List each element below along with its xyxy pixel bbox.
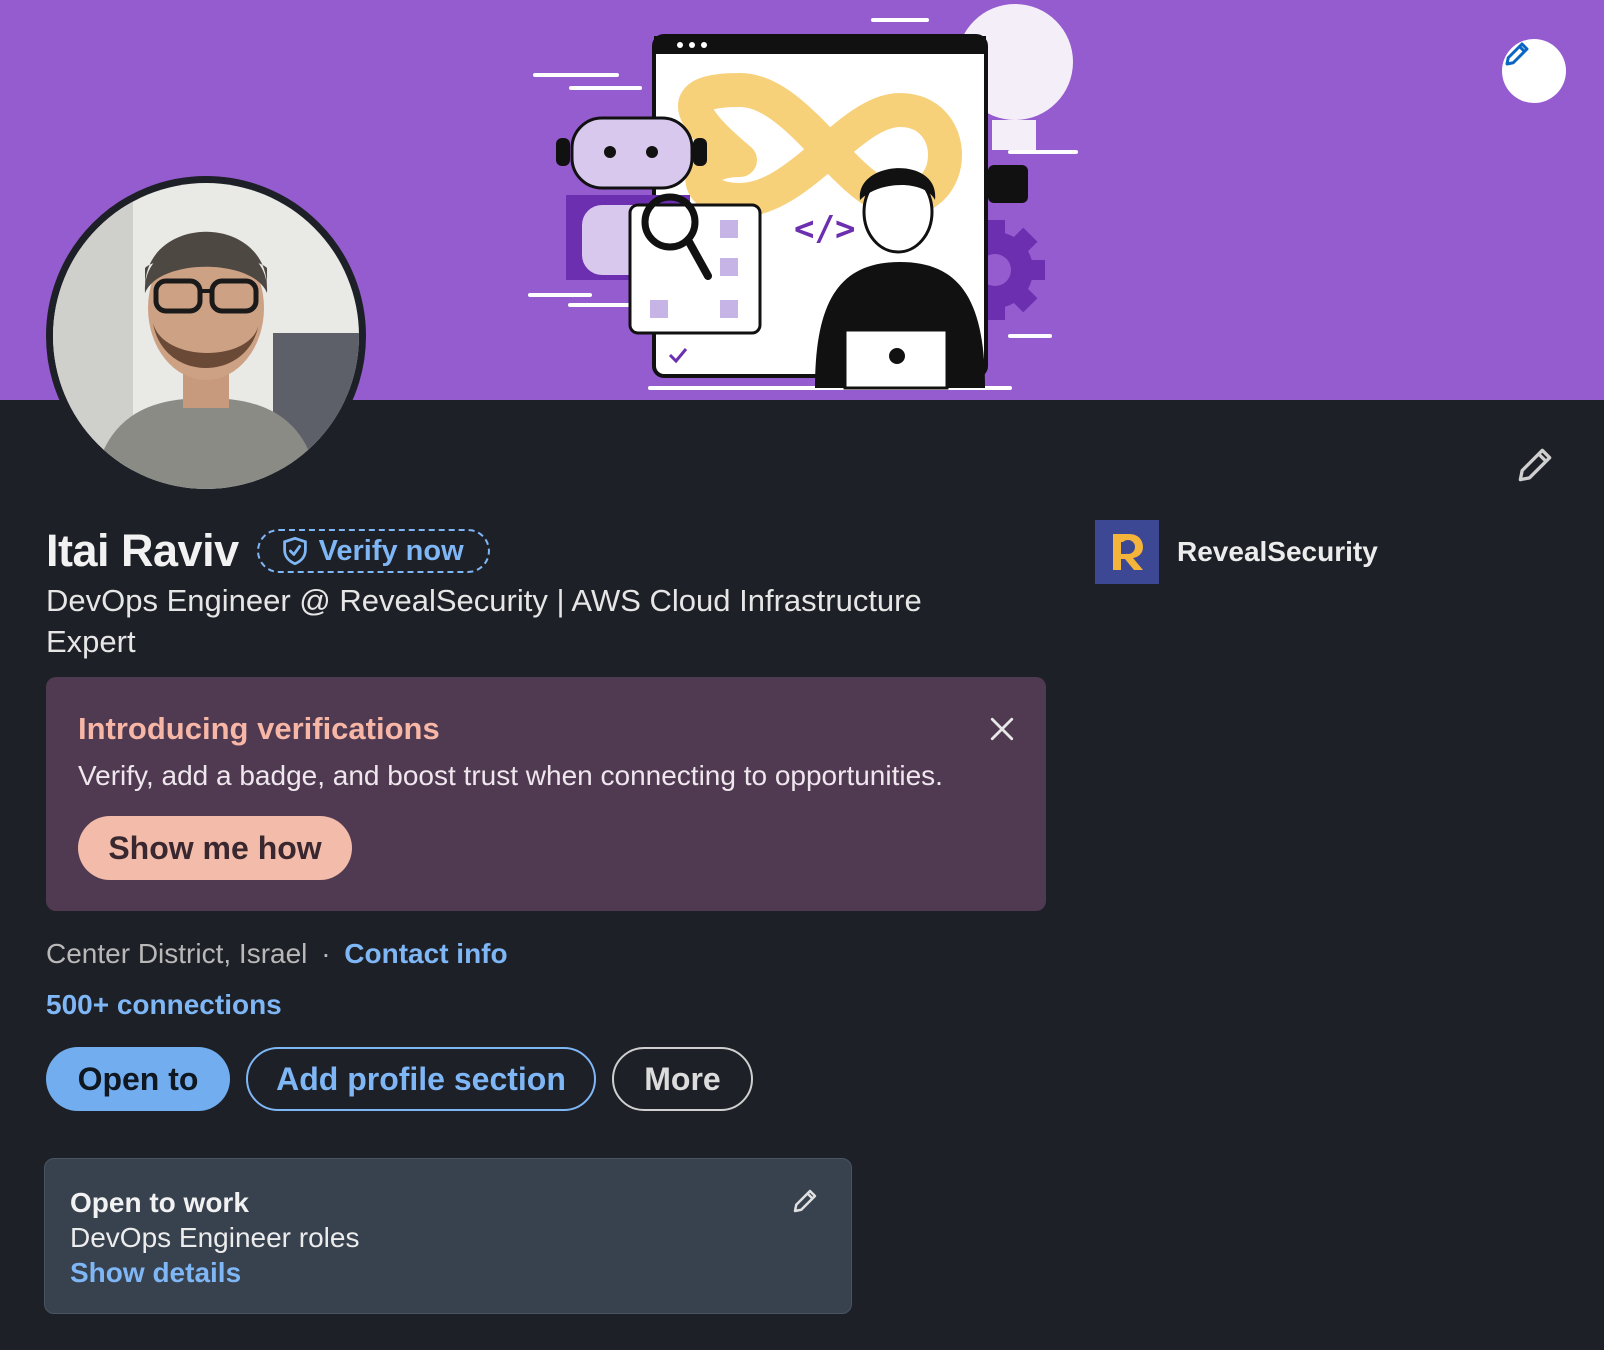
promo-title: Introducing verifications — [78, 711, 440, 746]
open-to-work-card: Open to work DevOps Engineer roles Show … — [44, 1158, 852, 1314]
edit-intro-button[interactable] — [1510, 440, 1560, 490]
profile-headline: DevOps Engineer @ RevealSecurity | AWS C… — [46, 583, 922, 659]
open-to-work-title: Open to work — [70, 1187, 249, 1218]
connections-link[interactable]: 500+ connections — [46, 989, 282, 1021]
separator: · — [321, 938, 331, 969]
avatar[interactable] — [46, 176, 366, 496]
dismiss-promo-button[interactable] — [982, 709, 1022, 749]
verification-promo-card: Introducing verifications Verify, add a … — [46, 677, 1046, 911]
location-row: Center District, Israel · Contact info — [46, 938, 508, 970]
shield-check-icon — [282, 536, 307, 566]
profile-photo — [53, 183, 359, 489]
pencil-icon — [1518, 448, 1552, 482]
name-row: Itai Raviv Verify now — [46, 525, 490, 577]
contact-info-link[interactable]: Contact info — [344, 938, 507, 969]
reveal-security-logo-icon — [1113, 534, 1143, 570]
show-me-how-button[interactable]: Show me how — [78, 816, 352, 880]
pencil-icon — [793, 1189, 817, 1213]
more-button[interactable]: More — [612, 1047, 753, 1111]
close-icon — [990, 717, 1014, 741]
code-glyph: </> — [794, 209, 855, 249]
promo-text: Verify, add a badge, and boost trust whe… — [78, 760, 943, 791]
location-text: Center District, Israel — [46, 938, 308, 969]
open-to-work-roles: DevOps Engineer roles — [70, 1222, 360, 1253]
add-profile-section-button[interactable]: Add profile section — [246, 1047, 596, 1111]
verify-now-label: Verify now — [318, 534, 464, 567]
open-to-button[interactable]: Open to — [46, 1047, 230, 1111]
edit-banner-button[interactable] — [1502, 39, 1566, 103]
current-company[interactable]: RevealSecurity — [1095, 520, 1378, 584]
profile-actions: Open to Add profile section More — [46, 1047, 753, 1111]
pencil-icon — [1505, 42, 1529, 66]
verify-now-button[interactable]: Verify now — [256, 529, 490, 573]
profile-name: Itai Raviv — [46, 525, 239, 576]
edit-open-to-work-button[interactable] — [785, 1181, 825, 1221]
show-details-link[interactable]: Show details — [70, 1257, 241, 1289]
company-name: RevealSecurity — [1177, 536, 1378, 567]
company-logo — [1095, 520, 1159, 584]
